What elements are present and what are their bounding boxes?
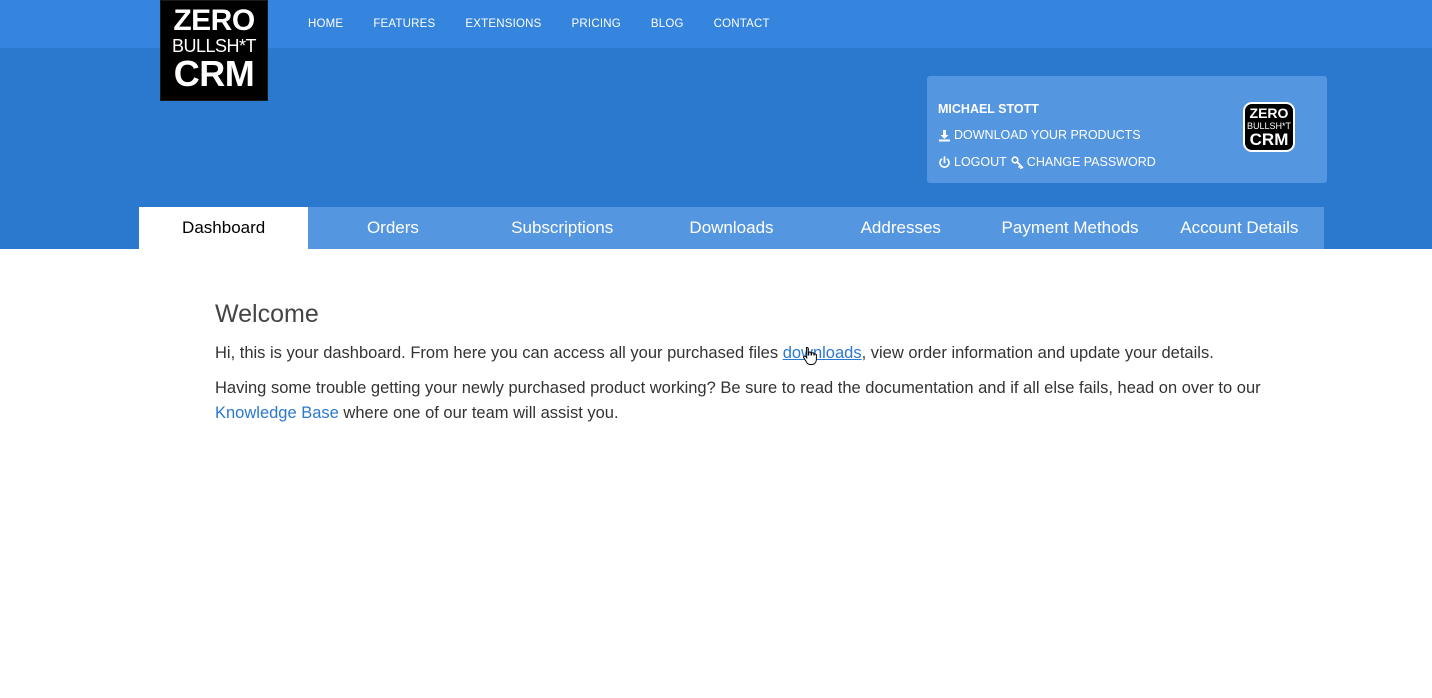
nav-pricing-link[interactable]: PRICING: [572, 18, 621, 30]
change-password-link[interactable]: CHANGE PASSWORD: [1027, 155, 1156, 169]
knowledge-base-link[interactable]: Knowledge Base: [215, 404, 339, 422]
intro-paragraph: Hi, this is your dashboard. From here yo…: [215, 341, 1315, 366]
download-products-link[interactable]: DOWNLOAD YOUR PRODUCTS: [954, 128, 1141, 142]
mini-logo-line-1: ZERO: [1249, 105, 1289, 121]
tab-account-details[interactable]: Account Details: [1155, 207, 1324, 249]
nav-features-link[interactable]: FEATURES: [373, 18, 435, 30]
page-title: Welcome: [215, 300, 319, 328]
nav-extensions-link[interactable]: EXTENSIONS: [465, 18, 541, 30]
account-tabs: Dashboard Orders Subscriptions Downloads…: [139, 207, 1324, 249]
tab-subscriptions[interactable]: Subscriptions: [478, 207, 647, 249]
user-avatar-logo: ZERO BULLSH*T CRM: [1243, 102, 1295, 152]
nav-home-link[interactable]: HOME: [308, 18, 343, 30]
account-actions-row: LOGOUT CHANGE PASSWORD: [938, 155, 1156, 169]
downloads-link[interactable]: downloads: [783, 344, 862, 362]
logo-line-1: ZERO: [173, 4, 255, 37]
key-icon: [1011, 155, 1024, 169]
download-icon: [939, 129, 950, 141]
tab-orders[interactable]: Orders: [308, 207, 477, 249]
download-row: DOWNLOAD YOUR PRODUCTS: [938, 128, 1141, 142]
tab-dashboard[interactable]: Dashboard: [139, 207, 309, 249]
help-text-before: Having some trouble getting your newly p…: [215, 379, 1261, 397]
help-paragraph: Having some trouble getting your newly p…: [215, 376, 1315, 426]
logo-line-3: CRM: [173, 53, 255, 94]
hand-cursor-icon: [803, 346, 817, 365]
user-name: MICHAEL STOTT: [938, 102, 1039, 116]
power-icon: [939, 155, 950, 168]
intro-text-before: Hi, this is your dashboard. From here yo…: [215, 344, 783, 362]
site-logo[interactable]: ZERO BULLSH*T CRM: [160, 0, 268, 101]
tab-addresses[interactable]: Addresses: [816, 207, 985, 249]
nav-blog-link[interactable]: BLOG: [651, 18, 684, 30]
main-nav: HOME FEATURES EXTENSIONS PRICING BLOG CO…: [308, 0, 800, 48]
intro-text-after: , view order information and update your…: [861, 344, 1214, 362]
nav-contact-link[interactable]: CONTACT: [714, 18, 770, 30]
dashboard-content: Welcome Hi, this is your dashboard. From…: [215, 298, 1315, 426]
tab-downloads[interactable]: Downloads: [647, 207, 816, 249]
user-panel: MICHAEL STOTT DOWNLOAD YOUR PRODUCTS LOG…: [927, 76, 1327, 183]
logout-link[interactable]: LOGOUT: [954, 155, 1007, 169]
help-text-after: where one of our team will assist you.: [338, 404, 619, 422]
mini-logo-line-3: CRM: [1249, 130, 1289, 149]
tab-payment-methods[interactable]: Payment Methods: [985, 207, 1154, 249]
